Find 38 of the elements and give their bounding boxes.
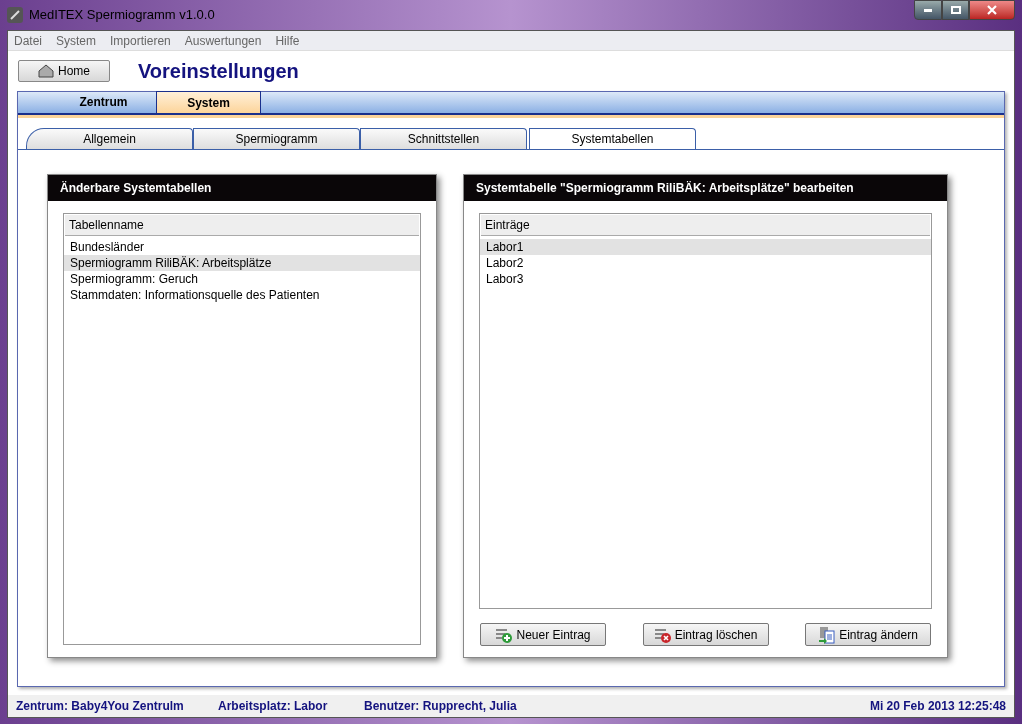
maximize-icon: [950, 6, 961, 14]
panel-title: Änderbare Systemtabellen: [48, 175, 436, 201]
minimize-icon: [924, 8, 932, 12]
sub-tab[interactable]: Systemtabellen: [529, 128, 696, 149]
menu-item[interactable]: Auswertungen: [184, 31, 262, 50]
column-header[interactable]: Einträge: [481, 215, 930, 236]
list-row[interactable]: Spermiogramm RiliBÄK: Arbeitsplätze: [64, 255, 420, 271]
page-title: Voreinstellungen: [138, 59, 299, 84]
status-text: Zentrum: Baby4You Zentrulm: [16, 698, 185, 715]
delete-list-icon: [653, 626, 672, 643]
list-row[interactable]: Labor1: [480, 239, 931, 255]
main-tab[interactable]: Zentrum: [51, 91, 156, 113]
close-button[interactable]: [969, 0, 1015, 20]
status-text: Benutzer: Rupprecht, Julia: [364, 698, 517, 715]
add-list-icon: [495, 626, 514, 643]
sub-tab[interactable]: Schnittstellen: [360, 128, 527, 149]
action-button[interactable]: Eintrag löschen: [642, 623, 769, 646]
menu-item[interactable]: Datei: [14, 31, 42, 50]
status-datetime: Mi 20 Feb 2013 12:25:48: [869, 698, 1006, 715]
main-tab[interactable]: System: [156, 91, 261, 113]
close-icon: [987, 5, 997, 15]
home-button[interactable]: Home: [18, 60, 110, 82]
minimize-button[interactable]: [914, 0, 942, 20]
app-icon: [7, 7, 23, 23]
menu-item[interactable]: System: [56, 31, 97, 50]
column-header[interactable]: Tabellenname: [65, 215, 419, 236]
maximize-button[interactable]: [942, 0, 969, 20]
document-arrow-icon: [818, 625, 837, 644]
sub-tab[interactable]: Allgemein: [26, 128, 193, 149]
house-icon: [38, 64, 54, 78]
menu-item[interactable]: Importieren: [110, 31, 171, 50]
menu-item[interactable]: Hilfe: [275, 31, 300, 50]
action-button[interactable]: Neuer Eintrag: [480, 623, 606, 646]
window-title: MedITEX Spermiogramm v1.0.0: [29, 6, 215, 25]
status-text: Arbeitsplatz: Labor: [218, 698, 329, 715]
panel-title: Systemtabelle "Spermiogramm RiliBÄK: Arbeitsplätze" bearbeiten: [464, 175, 947, 201]
action-button[interactable]: Eintrag ändern: [805, 623, 931, 646]
sub-tab[interactable]: Spermiogramm: [193, 128, 360, 149]
